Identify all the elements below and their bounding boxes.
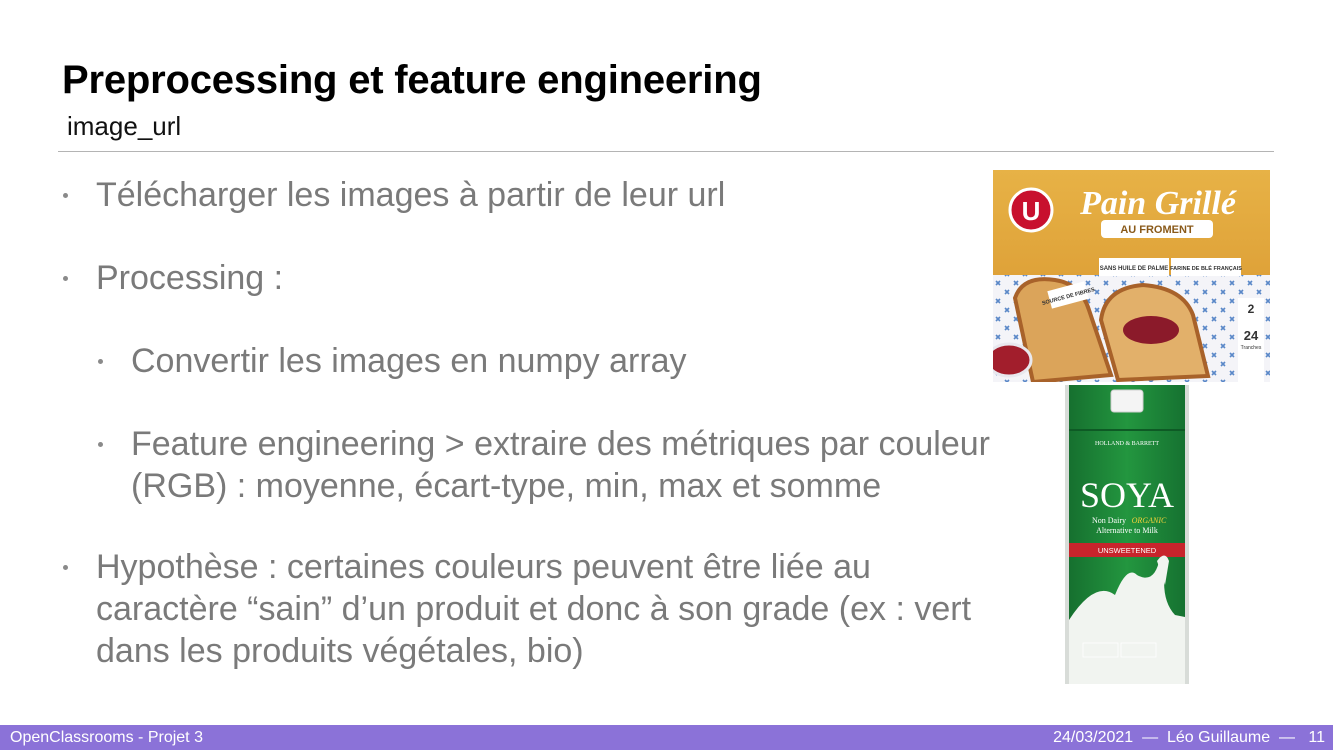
pain-variant: AU FROMENT <box>1120 224 1194 236</box>
bullet-download: Télécharger les images à partir de leur … <box>96 176 726 214</box>
footer-date: 24/03/2021 <box>1053 729 1134 746</box>
bullet-dot <box>63 193 68 198</box>
bullet-hypothesis: Hypothèse : certaines couleurs peuvent ê… <box>96 548 972 670</box>
footer-bar: OpenClassrooms - Projet 3 24/03/2021 — L… <box>0 725 1333 750</box>
pack-count: 2 <box>1248 302 1255 316</box>
bullet-dot <box>63 276 68 281</box>
soya-name: SOYA <box>1080 475 1174 515</box>
soya-milk-product-image: HOLLAND & BARRETT SOYA Non Dairy ORGANIC… <box>1065 385 1189 684</box>
bullet-dot <box>63 565 68 570</box>
footer-author: Léo Guillaume <box>1166 729 1271 746</box>
slice-count: 24 <box>1244 328 1259 343</box>
sub-bullet-feature-engineering: Feature engineering > extraire des métri… <box>131 425 990 505</box>
sub-bullet-numpy: Convertir les images en numpy array <box>131 342 687 380</box>
brand-u-text: U <box>1022 196 1041 226</box>
soya-line2: Alternative to Milk <box>1096 526 1158 535</box>
slide-subtitle: image_url <box>67 111 182 141</box>
slice-label: Tranches <box>1241 345 1262 351</box>
slide-title: Preprocessing et feature engineering <box>62 58 762 102</box>
soya-brand: HOLLAND & BARRETT <box>1095 441 1159 447</box>
sub-bullet-dot <box>98 359 103 364</box>
pain-grille-name: Pain Grillé <box>1079 185 1238 222</box>
soya-organic: ORGANIC <box>1132 516 1167 525</box>
claim-no-palm-oil: SANS HUILE DE PALME <box>1100 266 1169 272</box>
title-divider <box>58 151 1274 152</box>
pain-grille-product-image: U Pain Grillé AU FROMENT SANS HUILE DE P… <box>993 170 1270 382</box>
sub-bullet-dot <box>98 442 103 447</box>
footer-page-number: 11 <box>1308 729 1325 746</box>
footer-meta: 24/03/2021 — Léo Guillaume — 11 <box>1053 729 1325 746</box>
footer-course: OpenClassrooms - Projet 3 <box>10 729 203 746</box>
soya-band: UNSWEETENED <box>1098 546 1157 555</box>
bullet-processing: Processing : <box>96 259 284 297</box>
claim-french-flour: FARINE DE BLÉ FRANÇAIS <box>1170 264 1242 272</box>
soya-line1: Non Dairy <box>1092 516 1126 525</box>
